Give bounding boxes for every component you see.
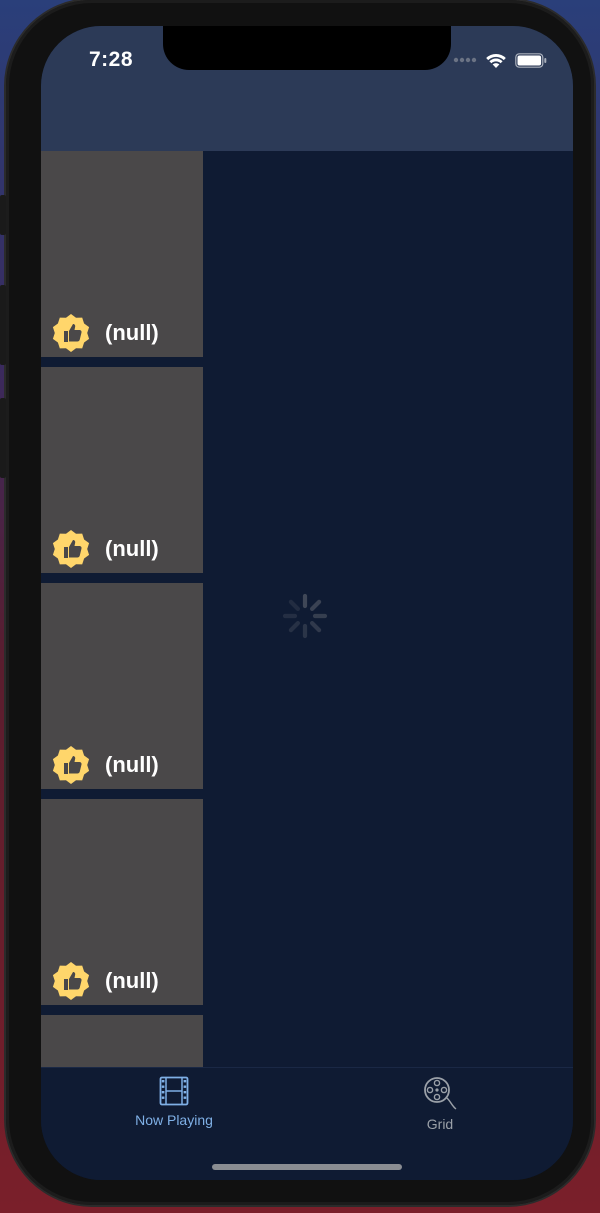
now-playing-content[interactable]: (null) (null) (null) (null) <box>41 151 573 1067</box>
battery-icon <box>515 52 547 68</box>
volume-down-button <box>0 398 6 478</box>
movie-title: (null) <box>105 752 159 777</box>
cell-meta: (null) <box>51 529 159 569</box>
status-icons <box>453 50 547 70</box>
signal-dots-icon <box>453 57 477 63</box>
spinner-icon <box>282 593 328 639</box>
status-bar: 7:28 <box>41 26 573 90</box>
thumbs-up-badge-icon <box>52 530 90 568</box>
phone-frame: 7:28 (null) (null) (null) (null) Now Pla… <box>0 0 594 1205</box>
navigation-bar <box>41 90 573 151</box>
notch <box>163 26 451 70</box>
thumbs-up-badge-icon <box>52 962 90 1000</box>
movie-title: (null) <box>105 968 159 993</box>
movie-cell[interactable]: (null) <box>41 151 203 357</box>
movie-title: (null) <box>105 536 159 561</box>
tab-grid[interactable]: Grid <box>370 1076 510 1136</box>
film-reel-icon <box>424 1077 457 1110</box>
thumbs-up-badge-icon <box>52 746 90 784</box>
tab-bar: Now Playing Grid <box>41 1067 573 1180</box>
cell-meta: (null) <box>51 313 159 353</box>
film-strip-icon <box>159 1076 189 1106</box>
movie-cell[interactable]: (null) <box>41 799 203 1005</box>
status-time: 7:28 <box>89 48 134 71</box>
movie-title: (null) <box>105 320 159 345</box>
tab-label: Grid <box>426 1116 454 1132</box>
home-indicator[interactable] <box>212 1164 402 1170</box>
volume-up-button <box>0 285 6 365</box>
silent-switch <box>0 195 6 235</box>
movie-cell[interactable]: (null) <box>41 583 203 789</box>
wifi-icon <box>486 53 506 68</box>
movie-cell[interactable]: (null) <box>41 367 203 573</box>
cell-meta: (null) <box>51 745 159 785</box>
movie-cell[interactable] <box>41 1015 203 1067</box>
tab-now-playing[interactable]: Now Playing <box>104 1076 244 1136</box>
cell-meta: (null) <box>51 961 159 1001</box>
screen: 7:28 (null) (null) (null) (null) Now Pla… <box>41 26 573 1180</box>
tab-label: Now Playing <box>135 1112 213 1128</box>
thumbs-up-badge-icon <box>52 314 90 352</box>
